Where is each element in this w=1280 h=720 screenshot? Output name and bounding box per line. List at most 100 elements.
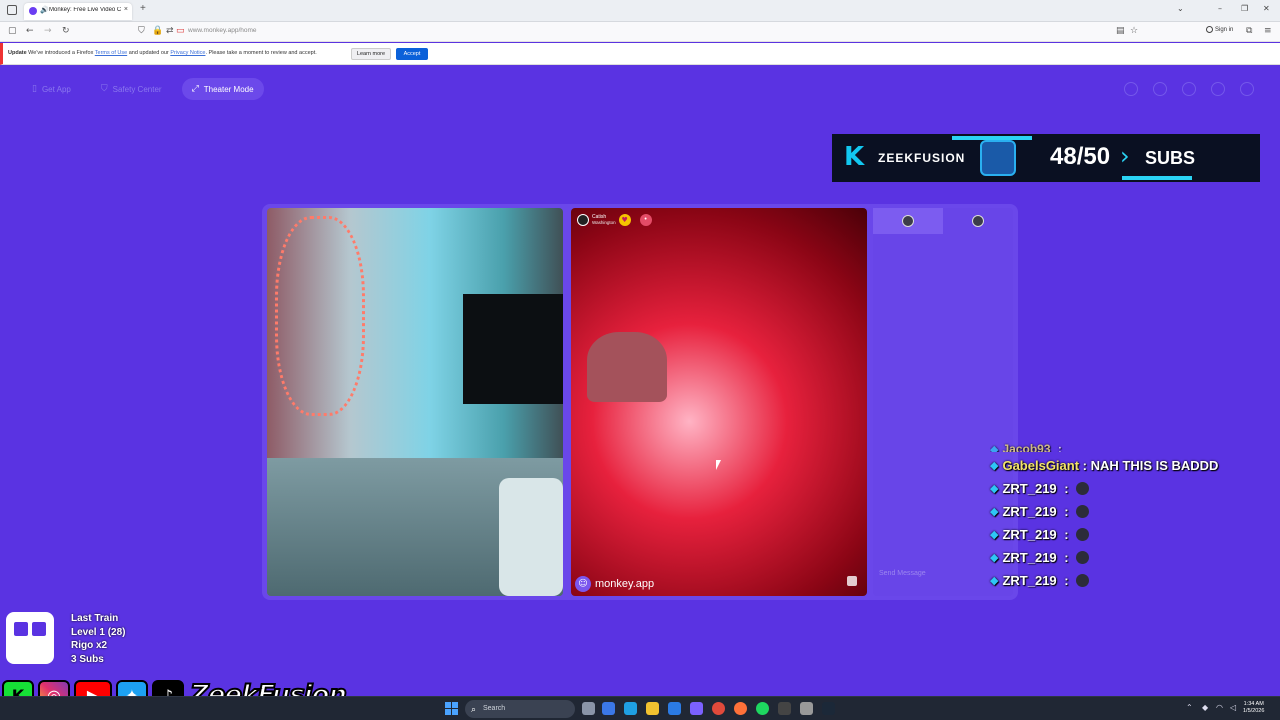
tracking-shield-icon[interactable]: ⛉ [138,26,145,36]
tab-title: Monkey: Free Live Video Ch [49,7,121,13]
watermark-text: monkey.app [595,578,655,590]
sidebar-icon[interactable]: ▢ [8,26,17,36]
tray-chevron-icon[interactable]: ⌃ [1186,703,1193,712]
sign-in-button[interactable]: Sign in [1206,26,1233,33]
search-icon[interactable] [1124,82,1138,96]
reader-view-icon[interactable]: ▤ [1116,26,1125,36]
theater-mode-label: Theater Mode [203,84,254,94]
notice-text-2: and updated our [128,50,169,56]
banner-accent-bar [1122,176,1192,180]
gem-badge-icon: ◆ [990,551,999,564]
back-icon[interactable]: ← [26,26,34,36]
chat-separator: : [1060,527,1073,542]
coin-icon[interactable] [1153,82,1167,96]
remote-user-tag[interactable]: Catish Washington ♥ • [577,214,652,226]
train-level: Level 1 (28) [71,626,126,638]
edge-icon[interactable] [624,702,637,715]
chat-separator: : [1060,550,1073,565]
tab-list-icon[interactable] [7,5,17,15]
speaker-icon[interactable]: 🔊 [40,6,49,14]
taskbar-clock[interactable]: 1:34 AM 1/5/2026 [1243,701,1264,715]
tab-overflow-icon[interactable]: ⌄ [1177,4,1184,13]
get-app-button[interactable]: ▯ Get App [22,78,81,100]
monkey-logo-icon: ☺ [575,576,591,592]
gem-badge-icon: ◆ [990,482,999,495]
tray-app-icon[interactable]: ◆ [1202,703,1208,712]
camera-sharing-icon[interactable]: ▭ [176,26,185,36]
spotify-icon[interactable] [756,702,769,715]
tab-partner[interactable] [943,208,1013,234]
learn-more-button[interactable]: Learn more [351,48,391,60]
volume-icon[interactable]: ◁ [1230,703,1236,712]
tab-close-button[interactable]: × [124,6,128,13]
task-view-icon[interactable] [582,702,595,715]
obs-icon[interactable] [778,702,791,715]
chevron-right-icon: › [1120,142,1130,170]
train-stats: Last Train Level 1 (28) Rigo x2 3 Subs [71,612,125,666]
app-menu-icon[interactable]: ≡ [1264,26,1272,36]
bookmark-star-icon[interactable]: ☆ [1130,26,1138,36]
microphone-icon [980,140,1016,176]
extensions-icon[interactable]: ⧉ [1246,26,1252,36]
chat-user: ZRT_219 [1002,573,1057,588]
remote-person [587,332,667,402]
maximize-button[interactable]: ❐ [1241,4,1248,13]
taskbar-search[interactable]: Search [465,700,575,718]
new-tab-button[interactable]: + [140,3,146,14]
top-nav: ▯ Get App ⛉ Safety Center ⤢ Theater Mode [22,78,264,100]
messages-icon[interactable] [1211,82,1225,96]
url-field[interactable]: www.monkey.app/home [188,27,257,34]
settings-icon[interactable] [800,702,813,715]
phone-icon: ▯ [32,84,37,94]
start-button[interactable] [445,702,458,715]
chat-separator: : [1060,573,1073,588]
video-chat-card: Catish Washington ♥ • ☺ monkey.app Send M… [262,204,1018,600]
minimize-button[interactable]: – [1218,4,1222,13]
clock-date: 1/5/2026 [1243,708,1265,714]
firefox-icon[interactable] [734,702,747,715]
close-window-button[interactable]: ✕ [1263,4,1270,13]
avatar [972,215,984,227]
remote-video: Catish Washington ♥ • ☺ monkey.app [571,208,867,596]
chat-line: ◆ ZRT_219 : [990,504,1260,520]
mail-icon[interactable] [668,702,681,715]
video-options-icon[interactable] [847,576,857,586]
accept-button[interactable]: Accept [396,48,428,60]
chat-line: ◆ ZRT_219 : [990,527,1260,543]
emote-icon [1076,528,1090,541]
forward-icon[interactable]: → [44,26,52,36]
privacy-link[interactable]: Privacy Notice [170,50,205,56]
reload-icon[interactable]: ↻ [62,26,70,36]
profile-icon[interactable] [1240,82,1254,96]
wifi-icon[interactable]: ◠ [1216,703,1223,712]
chat-user: ZRT_219 [1002,527,1057,542]
sub-goal-banner: K ZEEKFUSION 48/50 › SUBS [832,134,1260,182]
steam-icon[interactable] [822,702,835,715]
instagram-icon: ◎ [38,680,70,696]
twitter-icon: ✦ [116,680,148,696]
file-explorer-icon[interactable] [646,702,659,715]
remote-user-location: Washington [592,220,616,225]
active-tab[interactable]: 🔊 Monkey: Free Live Video Ch × [24,3,132,20]
safety-center-button[interactable]: ⛉ Safety Center [91,78,172,100]
history-icon[interactable] [1182,82,1196,96]
chat-message: NAH THIS IS BADDD [1090,458,1219,473]
kick-logo: K [844,142,865,172]
chat-line: ◆ Jacob93 : [990,442,1260,452]
gem-badge-icon: ◆ [990,459,999,472]
report-icon[interactable]: • [639,214,652,226]
teams-icon[interactable] [690,702,703,715]
streamer-name: ZEEKFUSION [878,151,966,165]
avatar [577,214,589,226]
permissions-icon[interactable]: ⇄ [166,26,174,36]
copilot-icon[interactable] [602,702,615,715]
chrome-icon[interactable] [712,702,725,715]
heart-icon[interactable]: ♥ [618,214,631,226]
sign-in-label: Sign in [1215,26,1234,33]
train-rigo: Rigo x2 [71,640,108,651]
tab-self[interactable] [873,208,943,234]
lock-icon[interactable]: 🔒 [152,26,163,36]
chat-line: ◆ ZRT_219 : [990,481,1260,497]
theater-mode-button[interactable]: ⤢ Theater Mode [181,78,264,100]
terms-link[interactable]: Terms of Use [95,50,127,56]
